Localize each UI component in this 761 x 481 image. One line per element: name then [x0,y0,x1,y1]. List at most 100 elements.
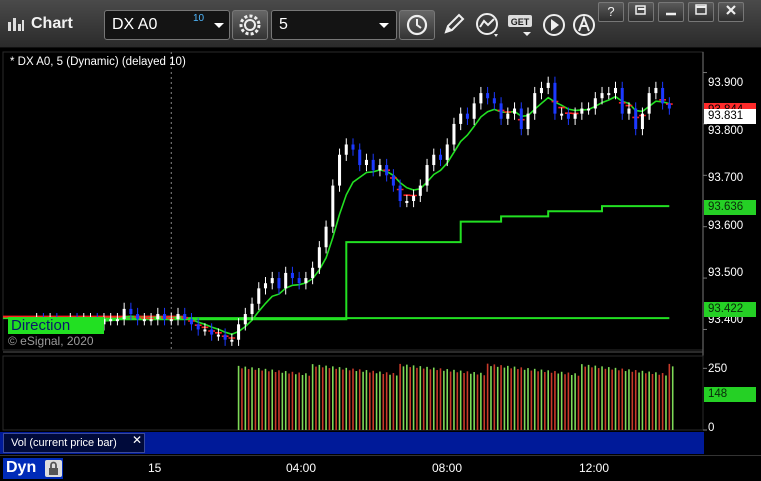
volume-bar [469,373,472,430]
price-tick-label: 93.700 [708,172,744,184]
last-price-tag: 93.831 [704,109,756,124]
dynamic-label: Dyn [6,459,37,476]
volume-bar [550,372,553,430]
volume-bar [358,369,361,430]
candle-body [136,314,140,320]
restore-button[interactable] [628,2,654,22]
alert-icon[interactable] [571,12,599,38]
candle-body [600,93,604,99]
volume-bar [537,371,539,430]
candle-body [270,278,274,284]
maximize-button[interactable] [688,2,714,22]
price-chart[interactable] [0,48,761,455]
candle-body [499,103,503,119]
settings-button[interactable] [232,10,268,40]
lock-icon[interactable] [45,460,62,477]
volume-bar [342,369,344,430]
candle-body [418,185,422,196]
volume-bar [621,368,624,430]
volume-bar [607,367,610,430]
candle-body [216,334,220,337]
volume-bar [389,374,391,430]
volume-bar [409,367,412,430]
volume-bar [628,369,630,430]
symbol-input[interactable]: DX A0 10 [104,10,230,40]
interval-value[interactable]: 5 [279,16,288,34]
volume-bar [591,367,593,430]
volume-bar [422,368,425,430]
volume-bar [251,367,253,430]
volume-bar [244,366,247,430]
candle-body [667,103,671,109]
time-template-button[interactable] [399,10,435,40]
candle-body [627,108,631,114]
volume-bar [503,367,506,430]
get-data-icon[interactable]: GET [507,12,535,38]
volume-bar [395,375,398,430]
volume-bar [614,367,617,430]
app-title: Chart [6,12,73,36]
play-icon[interactable] [541,12,569,38]
volume-bar [611,369,613,430]
lower-green-price-tag: 93.422 [704,302,756,317]
candle-body [331,185,335,227]
volume-bar [587,364,590,430]
candle-body [587,108,591,111]
candle-body [613,87,618,94]
candle-body [297,278,301,284]
upper-green-price-tag: 93.636 [704,200,756,215]
volume-bar [416,367,418,430]
volume-bar [298,372,300,430]
volume-bar [597,368,600,430]
candle-body [519,108,523,130]
candle-body [640,113,644,130]
volume-bar [385,372,388,430]
volume-bar [419,366,422,430]
volume-bar [355,371,358,430]
volume-bar [661,373,664,430]
pencil-icon[interactable] [440,12,468,38]
volume-bar [480,372,482,430]
candle-body [371,159,375,171]
candle-body [304,278,308,284]
volume-bar [644,373,647,430]
minimize-button[interactable] [658,2,684,22]
volume-bar [288,373,290,430]
volume-bar [641,370,644,430]
candle-body [526,113,530,130]
candle-body [479,93,483,104]
help-button[interactable]: ? [598,2,624,22]
volume-bar [446,369,449,430]
interval-input[interactable]: 5 [271,10,397,40]
study-icon[interactable] [474,12,502,38]
volume-bar [362,371,364,430]
chevron-down-icon[interactable] [378,22,390,30]
volume-bar [301,374,304,430]
candle-body [573,113,577,119]
candle-body [237,324,241,340]
volume-bar [456,372,459,430]
chevron-down-icon[interactable] [213,22,225,30]
volume-bar [671,366,674,430]
volume-bar [426,366,428,430]
time-tick-label: 12:00 [579,461,610,475]
volume-bar [392,373,395,430]
close-icon[interactable]: ✕ [132,433,142,447]
candle-body [176,314,180,320]
volume-bar [483,375,486,430]
close-button[interactable] [718,2,744,22]
volume-bar [328,368,331,430]
candle-body [358,149,362,166]
dynamic-mode-button[interactable]: Dyn [3,458,63,479]
volume-study-label[interactable]: Vol (current price bar) [3,433,145,453]
volume-bar [634,370,637,430]
volume-bar [241,368,243,430]
volume-bar [281,372,284,430]
volume-bar [439,368,442,430]
volume-bar [500,365,502,430]
candle-body [607,93,611,96]
symbol-delay-badge: 10 [193,13,205,24]
candle-body [378,165,382,171]
symbol-value[interactable]: DX A0 [112,16,157,34]
candle-body [189,319,193,325]
